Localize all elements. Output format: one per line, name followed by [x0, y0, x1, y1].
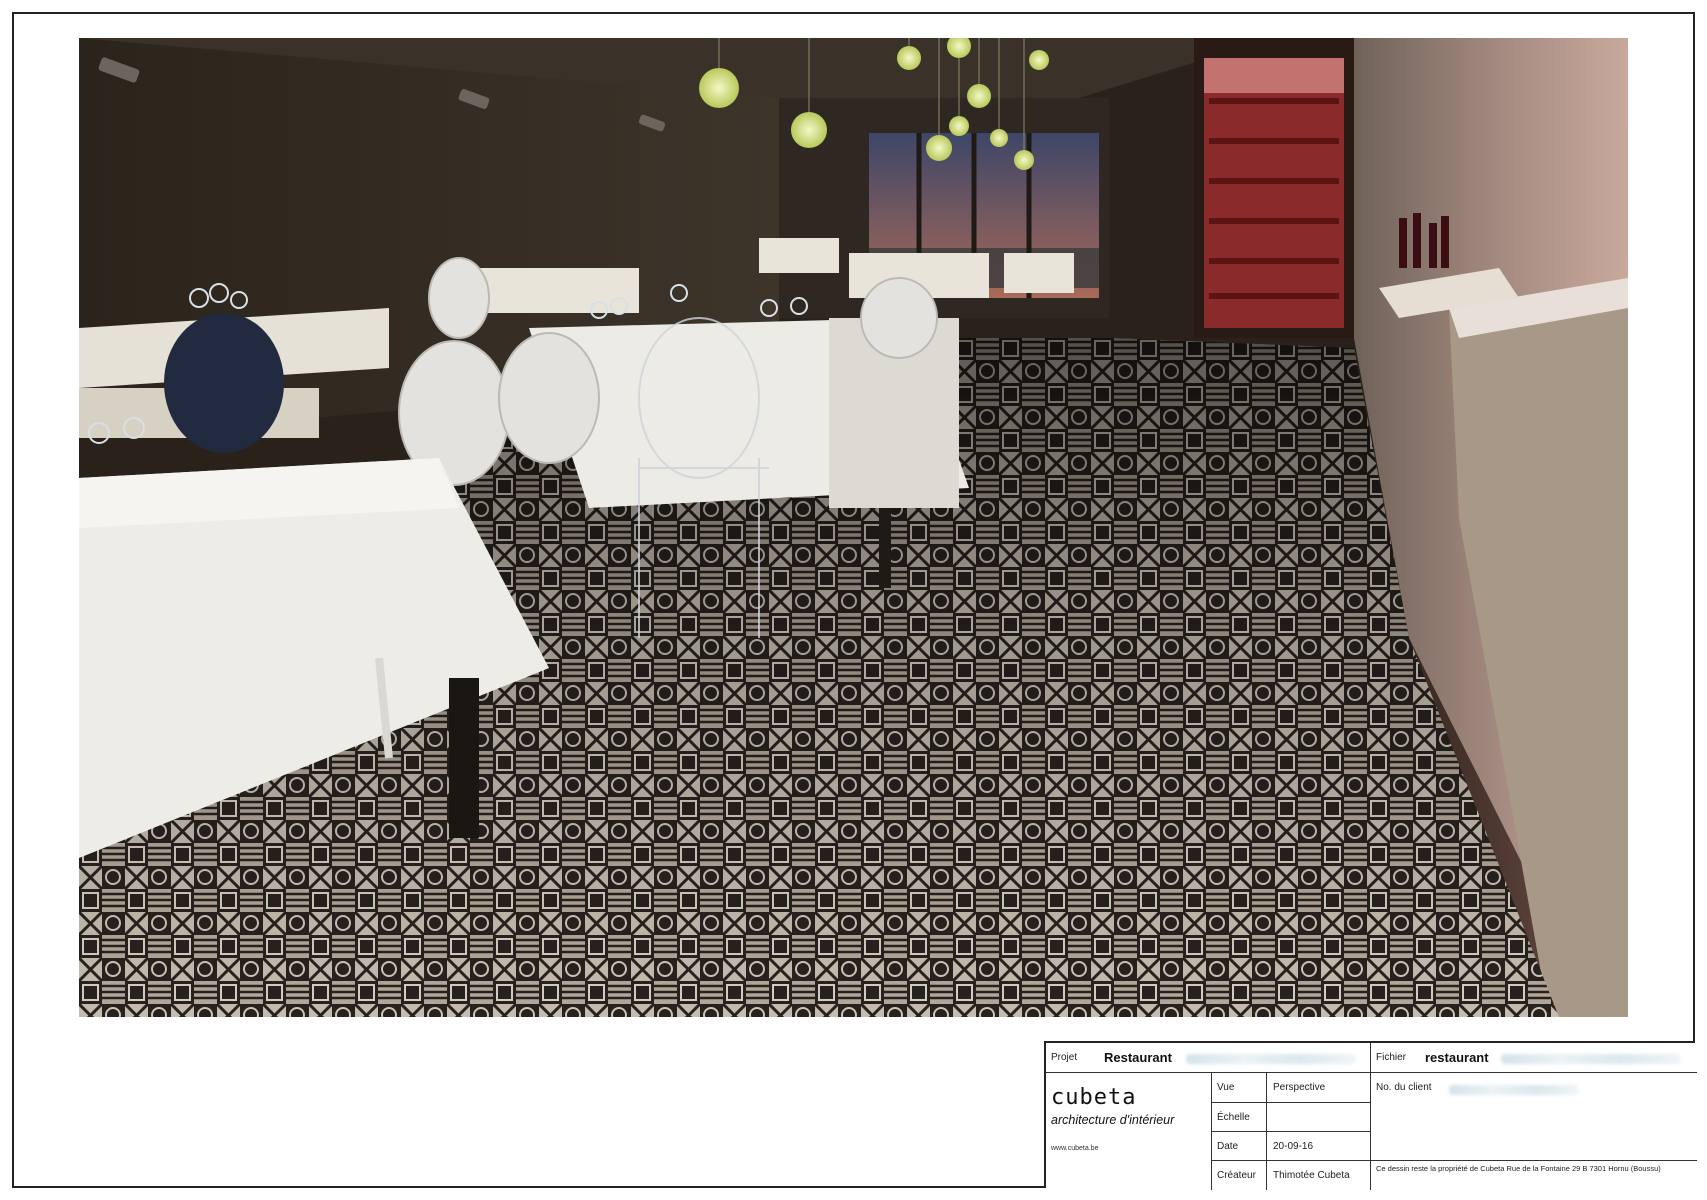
- copyright-note-cell: Ce dessin reste la propriété de Cubeta R…: [1371, 1161, 1697, 1190]
- file-label: Fichier: [1376, 1052, 1407, 1063]
- company-tagline: architecture d'intérieur: [1051, 1113, 1175, 1127]
- creator-value: Thimotée Cubeta: [1273, 1170, 1350, 1181]
- date-value-cell: 20-09-16: [1267, 1132, 1371, 1161]
- company-url: www.cubeta.be: [1051, 1145, 1099, 1152]
- scale-value-cell: [1267, 1103, 1371, 1132]
- project-cell: Projet Restaurant: [1046, 1043, 1371, 1073]
- view-label-cell: Vue: [1212, 1073, 1267, 1103]
- company-logo-block: cubeta architecture d'intérieur www.cube…: [1046, 1073, 1212, 1190]
- redacted-text: [1186, 1054, 1356, 1064]
- view-value: Perspective: [1273, 1082, 1326, 1093]
- redacted-text: [1501, 1054, 1681, 1064]
- project-label: Projet: [1051, 1052, 1078, 1063]
- date-label: Date: [1217, 1141, 1239, 1152]
- creator-value-cell: Thimotée Cubeta: [1267, 1161, 1371, 1190]
- file-cell: Fichier restaurant: [1371, 1043, 1697, 1073]
- project-value: Restaurant: [1104, 1050, 1172, 1065]
- view-value-cell: Perspective: [1267, 1073, 1371, 1103]
- redacted-text: [1449, 1085, 1579, 1095]
- view-label: Vue: [1217, 1082, 1235, 1093]
- title-block: Projet Restaurant Fichier restaurant cub…: [1044, 1041, 1697, 1190]
- company-logo: cubeta: [1051, 1085, 1137, 1110]
- client-cell: No. du client: [1371, 1073, 1697, 1161]
- date-label-cell: Date: [1212, 1132, 1267, 1161]
- copyright-note: Ce dessin reste la propriété de Cubeta R…: [1376, 1164, 1661, 1173]
- restaurant-render: [79, 38, 1628, 1017]
- creator-label: Créateur: [1217, 1170, 1256, 1181]
- scale-label: Échelle: [1217, 1112, 1250, 1123]
- client-label: No. du client: [1376, 1082, 1432, 1093]
- scale-label-cell: Échelle: [1212, 1103, 1267, 1132]
- file-value: restaurant: [1425, 1050, 1489, 1065]
- creator-label-cell: Créateur: [1212, 1161, 1267, 1190]
- date-value: 20-09-16: [1273, 1141, 1314, 1152]
